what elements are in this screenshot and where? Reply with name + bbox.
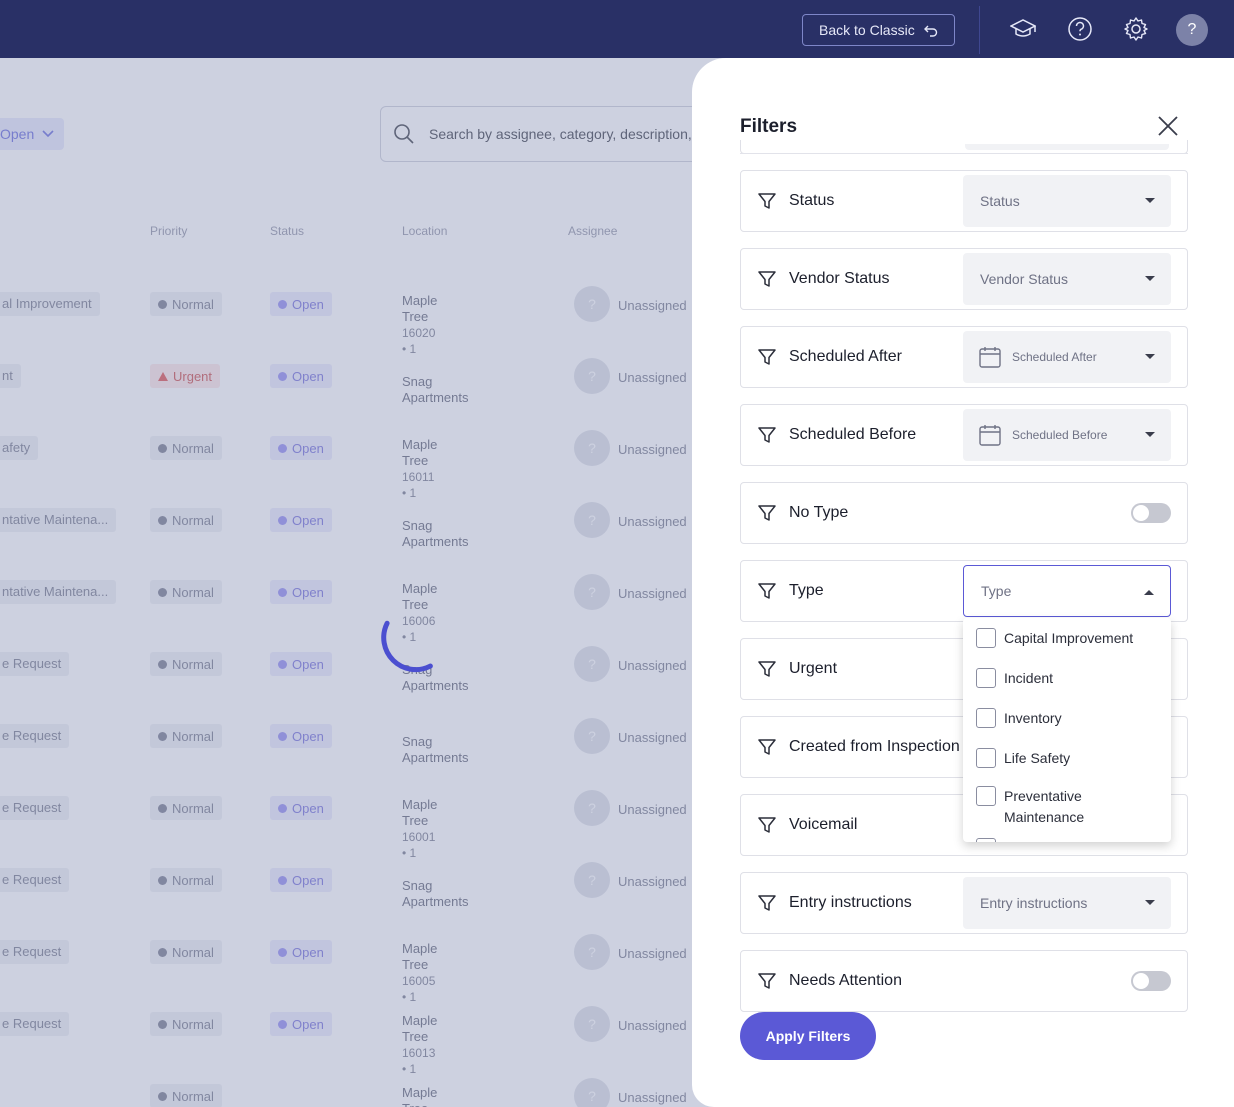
close-icon[interactable] bbox=[1156, 114, 1180, 138]
select-placeholder: Status bbox=[980, 193, 1020, 209]
filter-row-scheduled-after: Scheduled After Scheduled After bbox=[740, 326, 1188, 388]
scheduled-before-date-picker[interactable]: Scheduled Before bbox=[963, 409, 1171, 461]
filter-label: Scheduled Before bbox=[789, 426, 917, 443]
filter-label: Scheduled After bbox=[789, 348, 902, 365]
filter-row-needs-attention: Needs Attention bbox=[740, 950, 1188, 1012]
back-to-classic-button[interactable]: Back to Classic bbox=[802, 14, 955, 46]
undo-arrow-icon bbox=[923, 25, 937, 37]
user-avatar[interactable]: ? bbox=[1176, 14, 1208, 46]
vendor-status-select[interactable]: Vendor Status bbox=[963, 253, 1171, 305]
funnel-icon bbox=[758, 349, 776, 365]
loading-spinner bbox=[381, 620, 433, 673]
no-type-toggle[interactable] bbox=[1131, 503, 1171, 523]
funnel-icon bbox=[758, 427, 776, 443]
filter-label: Vendor Status bbox=[789, 270, 890, 287]
date-placeholder: Scheduled After bbox=[1012, 350, 1097, 364]
type-options-dropdown[interactable]: Capital Improvement Incident Inventory Life… bbox=[963, 618, 1171, 842]
filter-row-type: Type Type bbox=[740, 560, 1188, 622]
filter-label: Status bbox=[789, 192, 835, 209]
funnel-icon bbox=[758, 973, 776, 989]
topbar-divider bbox=[979, 6, 980, 54]
caret-down-icon bbox=[1145, 432, 1155, 437]
help-icon[interactable] bbox=[1067, 16, 1093, 42]
filter-row-vendor-status: Vendor Status Vendor Status bbox=[740, 248, 1188, 310]
filter-label: Urgent bbox=[789, 660, 838, 677]
type-select[interactable]: Type bbox=[963, 565, 1171, 617]
caret-up-icon bbox=[1144, 590, 1154, 595]
funnel-icon bbox=[758, 895, 776, 911]
filter-label: Needs Attention bbox=[789, 972, 902, 989]
filter-label: Voicemail bbox=[789, 816, 858, 833]
apply-filters-button[interactable]: Apply Filters bbox=[740, 1012, 876, 1060]
option-label: Capital Improvement bbox=[1004, 630, 1134, 646]
caret-down-icon bbox=[1145, 354, 1155, 359]
filter-label: Entry instructions bbox=[789, 894, 912, 911]
date-placeholder: Scheduled Before bbox=[1012, 428, 1108, 442]
checkbox[interactable] bbox=[976, 668, 996, 688]
top-bar: Back to Classic ? bbox=[0, 0, 1234, 58]
needs-attention-toggle[interactable] bbox=[1131, 971, 1171, 991]
checkbox[interactable] bbox=[976, 628, 996, 648]
funnel-icon bbox=[758, 505, 776, 521]
funnel-icon bbox=[758, 817, 776, 833]
select-placeholder: Entry instructions bbox=[980, 895, 1088, 911]
select-placeholder: Type bbox=[981, 583, 1012, 599]
option-label: Life Safety bbox=[1004, 750, 1071, 766]
funnel-icon bbox=[758, 271, 776, 287]
checkbox[interactable] bbox=[976, 786, 996, 806]
option-label: Preventative Maintenance bbox=[1004, 788, 1085, 825]
gear-icon[interactable] bbox=[1123, 16, 1149, 42]
checkbox[interactable] bbox=[976, 838, 996, 842]
calendar-icon bbox=[979, 347, 1001, 368]
filter-row-scheduled-before: Scheduled Before Scheduled Before bbox=[740, 404, 1188, 466]
scheduled-after-date-picker[interactable]: Scheduled After bbox=[963, 331, 1171, 383]
select-placeholder: Vendor Status bbox=[980, 271, 1068, 287]
back-to-classic-label: Back to Classic bbox=[819, 22, 915, 38]
funnel-icon bbox=[758, 661, 776, 677]
filter-label: Created from Inspection bbox=[789, 738, 960, 755]
caret-down-icon bbox=[1145, 198, 1155, 203]
caret-down-icon bbox=[1145, 276, 1155, 281]
filter-row-partial bbox=[740, 140, 1188, 154]
filter-label: No Type bbox=[789, 504, 849, 521]
funnel-icon bbox=[758, 739, 776, 755]
graduation-cap-icon[interactable] bbox=[1010, 16, 1036, 42]
panel-header-divider bbox=[740, 153, 1188, 154]
filter-row-no-type: No Type bbox=[740, 482, 1188, 544]
status-select[interactable]: Status bbox=[963, 175, 1171, 227]
calendar-icon bbox=[979, 425, 1001, 446]
option-label: Inventory bbox=[1004, 710, 1062, 726]
option-label: Incident bbox=[1004, 670, 1054, 686]
filter-row-entry-instructions: Entry instructions Entry instructions bbox=[740, 872, 1188, 934]
checkbox[interactable] bbox=[976, 748, 996, 768]
caret-down-icon bbox=[1145, 900, 1155, 905]
funnel-icon bbox=[758, 193, 776, 209]
filter-label: Type bbox=[789, 582, 824, 599]
checkbox[interactable] bbox=[976, 708, 996, 728]
panel-title: Filters bbox=[740, 116, 798, 137]
filter-row-status: Status Status bbox=[740, 170, 1188, 232]
funnel-icon bbox=[758, 583, 776, 599]
entry-instructions-select[interactable]: Entry instructions bbox=[963, 877, 1171, 929]
